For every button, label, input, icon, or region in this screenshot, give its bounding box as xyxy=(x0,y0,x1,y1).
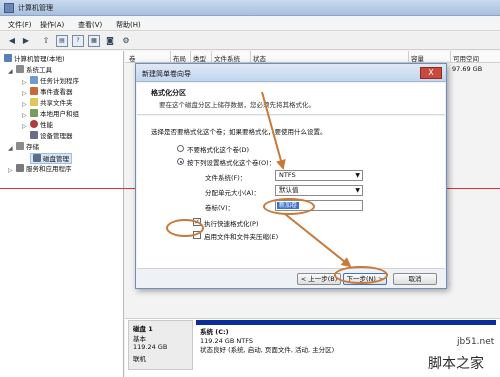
app-icon xyxy=(4,3,14,13)
menu-help[interactable]: 帮助(H) xyxy=(116,20,141,30)
allocation-value: 默认值 xyxy=(279,186,299,194)
disk-type: 基本 xyxy=(133,335,146,343)
format-label[interactable]: 按下列设置格式化这个卷(O)： xyxy=(187,157,275,167)
expand-icon[interactable]: ▷ xyxy=(22,79,27,86)
dialog-body: 选择是否要格式化这个卷；如果要格式化，要使用什么设置。 不要格式化这个卷(D) … xyxy=(137,116,445,268)
window-title: 计算机管理 xyxy=(18,4,53,12)
dialog-header: 格式化分区 要在这个磁盘分区上储存数据，您必须先将其格式化。 xyxy=(137,83,445,115)
disk-size: 119.24 GB xyxy=(133,343,168,351)
partition-status: 状态良好 (系统, 启动, 页面文件, 活动, 主分区) xyxy=(200,346,335,354)
forward-icon[interactable]: ▶ xyxy=(20,35,32,47)
col-type[interactable]: 类型 xyxy=(193,53,206,63)
partition-name: 系统 (C:) xyxy=(200,328,229,336)
volume-label-label: 卷标(V)： xyxy=(205,204,235,212)
header-subtitle: 要在这个磁盘分区上储存数据，您必须先将其格式化。 xyxy=(159,101,315,109)
allocation-select[interactable]: 默认值 ▼ xyxy=(275,185,363,196)
toolbar: ◀ ▶ ⇧ ▤ ? ▦ ◙ ⚙ xyxy=(0,32,500,50)
export-icon[interactable]: ◙ xyxy=(104,35,116,47)
col-filesystem[interactable]: 文件系统 xyxy=(214,53,240,63)
expand-icon[interactable]: ▷ xyxy=(22,112,27,119)
cancel-button[interactable]: 取消 xyxy=(393,273,437,285)
tree-task-scheduler[interactable]: 任务计划程序 xyxy=(30,76,79,87)
up-folder-icon[interactable]: ⇧ xyxy=(40,35,52,47)
compression-label[interactable]: 启用文件和文件夹压缩(E) xyxy=(204,231,278,241)
performance-icon xyxy=(30,120,38,128)
volume-label-highlight-ring xyxy=(263,198,315,215)
tree-device-manager[interactable]: 设备管理器 xyxy=(30,131,73,142)
free-space-value: 97.69 GB xyxy=(452,65,483,73)
users-icon xyxy=(30,109,38,117)
menu-file[interactable]: 文件(F) xyxy=(8,20,32,30)
collapse-icon[interactable]: ◢ xyxy=(8,145,13,152)
expand-icon[interactable]: ▷ xyxy=(22,101,27,108)
tree-storage[interactable]: 存储 xyxy=(16,142,39,153)
event-icon xyxy=(30,87,38,95)
filesystem-value: NTFS xyxy=(279,171,296,179)
computer-icon xyxy=(4,54,12,62)
device-icon xyxy=(30,131,38,139)
tools-icon xyxy=(16,65,24,73)
disk-icon xyxy=(33,154,41,162)
clock-icon xyxy=(30,76,38,84)
chevron-down-icon: ▼ xyxy=(355,187,360,194)
services-icon xyxy=(16,164,24,172)
back-icon[interactable]: ◀ xyxy=(6,35,18,47)
quick-format-highlight-ring xyxy=(166,219,204,237)
collapse-icon[interactable]: ◢ xyxy=(8,68,13,75)
menu-view[interactable]: 查看(V) xyxy=(78,20,102,30)
settings-icon[interactable]: ⚙ xyxy=(120,35,132,47)
dialog-titlebar: 新建简单卷向导 X xyxy=(136,64,446,82)
help-icon[interactable]: ? xyxy=(72,35,84,47)
disk-status: 联机 xyxy=(133,355,146,363)
properties-icon[interactable]: ▦ xyxy=(88,35,100,47)
window-titlebar: 计算机管理 xyxy=(0,0,500,16)
volume-list-header: 卷 布局 类型 文件系统 状态 容量 可用空间 xyxy=(125,51,500,63)
dialog-title: 新建简单卷向导 xyxy=(142,70,191,78)
tree-root[interactable]: 计算机管理(本地) xyxy=(4,54,65,65)
new-simple-volume-wizard: 新建简单卷向导 X 格式化分区 要在这个磁盘分区上储存数据，您必须先将其格式化。… xyxy=(135,63,447,289)
no-format-label[interactable]: 不要格式化这个卷(D) xyxy=(187,144,249,154)
format-prompt: 选择是否要格式化这个卷；如果要格式化，要使用什么设置。 xyxy=(151,128,327,136)
filesystem-select[interactable]: NTFS ▼ xyxy=(275,170,363,181)
col-free-space[interactable]: 可用空间 xyxy=(453,53,479,63)
menu-bar: 文件(F) 操作(A) 查看(V) 帮助(H) xyxy=(0,17,500,31)
partition-info[interactable]: 系统 (C:) 119.24 GB NTFS 状态良好 (系统, 启动, 页面文… xyxy=(200,328,334,355)
no-format-radio[interactable] xyxy=(177,145,184,152)
tree-local-users[interactable]: 本地用户和组 xyxy=(30,109,79,120)
format-radio[interactable] xyxy=(177,158,184,165)
filesystem-label: 文件系统(F)： xyxy=(205,174,247,182)
expand-icon[interactable]: ▷ xyxy=(8,167,13,174)
quick-format-label[interactable]: 执行快速格式化(P) xyxy=(204,218,259,228)
show-tree-icon[interactable]: ▤ xyxy=(56,35,68,47)
col-layout[interactable]: 布局 xyxy=(173,53,186,63)
tree-disk-management[interactable]: 磁盘管理 xyxy=(30,153,72,164)
menu-action[interactable]: 操作(A) xyxy=(40,20,64,30)
close-button[interactable]: X xyxy=(420,67,442,79)
tree-shared-folders[interactable]: 共享文件夹 xyxy=(30,98,73,109)
col-capacity[interactable]: 容量 xyxy=(411,53,424,63)
next-button-highlight-ring xyxy=(334,266,388,284)
disk-name: 磁盘 1 xyxy=(133,325,153,333)
disk-label[interactable]: 磁盘 1 基本 119.24 GB 联机 xyxy=(128,320,193,370)
expand-icon[interactable]: ▷ xyxy=(22,123,27,130)
partition-bar[interactable] xyxy=(196,320,496,325)
partition-size: 119.24 GB NTFS xyxy=(200,337,253,345)
navigation-tree: 计算机管理(本地) ◢ 系统工具 ▷ 任务计划程序 ▷ 事件查看器 ▷ 共享文件… xyxy=(0,51,124,377)
tree-performance[interactable]: 性能 xyxy=(30,120,53,131)
expand-icon[interactable]: ▷ xyxy=(22,90,27,97)
tree-services[interactable]: 服务和应用程序 xyxy=(16,164,72,175)
chevron-down-icon: ▼ xyxy=(355,172,360,179)
col-volume[interactable]: 卷 xyxy=(129,53,136,63)
storage-icon xyxy=(16,142,24,150)
tree-event-viewer[interactable]: 事件查看器 xyxy=(30,87,73,98)
watermark-brand: 脚本之家 xyxy=(428,356,484,372)
col-status[interactable]: 状态 xyxy=(253,53,266,63)
allocation-label: 分配单元大小(A)： xyxy=(205,189,261,197)
folder-icon xyxy=(30,98,38,106)
tree-system-tools[interactable]: 系统工具 xyxy=(16,65,52,76)
watermark-site: jb51.net xyxy=(457,337,495,347)
dialog-footer: < 上一步(B) 下一步(N) > 取消 xyxy=(137,268,445,288)
header-title: 格式化分区 xyxy=(151,89,186,97)
